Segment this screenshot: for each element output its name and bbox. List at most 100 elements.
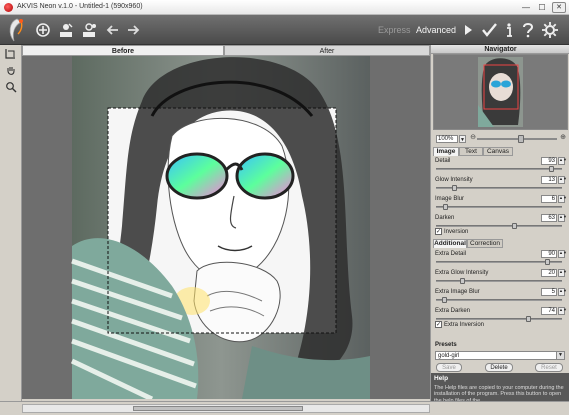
inversion-checkbox[interactable]: ✓ — [435, 228, 442, 235]
extra-param-label: Extra Detail — [435, 251, 467, 257]
extra-param-slider[interactable] — [436, 318, 562, 320]
extra-param-slider-thumb[interactable] — [544, 259, 550, 265]
title-bar: AKVIS Neon v.1.0 - Untitled-1 (590x960) … — [0, 0, 569, 15]
zoom-tool-icon[interactable] — [3, 81, 18, 95]
image-tabs: Image Text Canvas — [433, 147, 568, 156]
extra-param-spinner-icon[interactable]: ▲▼ — [558, 269, 567, 277]
extra-param-spinner-icon[interactable]: ▲▼ — [558, 307, 567, 315]
param-value-input[interactable]: 13 — [541, 176, 557, 184]
main-toolbar: Express Advanced — [0, 15, 569, 45]
app-logo-icon — [9, 18, 23, 42]
mode-express-button[interactable]: Express — [378, 25, 411, 35]
extra-param-slider[interactable] — [436, 280, 562, 282]
settings-panel: Navigator 100% ▼ ⊖ ⊕ Image Text Canvas D… — [430, 45, 569, 404]
help-title: Help — [434, 375, 449, 382]
extra-param-slider-thumb[interactable] — [460, 278, 466, 284]
horizontal-scrollbar[interactable] — [22, 404, 430, 413]
photo-preview — [70, 56, 370, 399]
status-bar — [0, 401, 569, 415]
tab-additional[interactable]: Additional — [433, 239, 467, 248]
tab-correction[interactable]: Correction — [467, 239, 503, 248]
zoom-input[interactable]: 100% — [436, 135, 458, 143]
param-value-input[interactable]: 63 — [541, 214, 557, 222]
advanced-tabs: Additional Correction — [433, 239, 568, 248]
hand-tool-icon[interactable] — [3, 65, 18, 79]
preferences-gear-icon[interactable] — [541, 21, 559, 39]
presets-select[interactable]: gold-girl ▼ — [435, 351, 565, 360]
extra-param-label: Extra Glow Intensity — [435, 270, 489, 276]
presets-title: Presets — [435, 342, 457, 348]
window-title: AKVIS Neon v.1.0 - Untitled-1 (590x960) — [17, 3, 143, 10]
zoom-in-icon[interactable]: ⊕ — [559, 134, 567, 142]
delete-preset-button[interactable]: Delete — [485, 363, 513, 372]
param-label: Image Blur — [435, 196, 465, 202]
presets-selected: gold-girl — [438, 353, 460, 359]
minimize-button[interactable]: — — [519, 2, 533, 13]
param-value-input[interactable]: 6 — [541, 195, 557, 203]
back-arrow-icon[interactable] — [104, 21, 122, 39]
param-label: Glow Intensity — [435, 177, 473, 183]
param-slider-thumb[interactable] — [451, 185, 457, 191]
param-label: Darken — [435, 215, 455, 221]
scrollbar-thumb[interactable] — [133, 406, 303, 411]
navigator-thumbnail — [434, 55, 567, 129]
tab-before[interactable]: Before — [22, 45, 224, 56]
inversion-label: Inversion — [444, 229, 469, 235]
mode-advanced-button[interactable]: Advanced — [416, 25, 456, 35]
param-slider[interactable] — [436, 225, 562, 227]
param-slider[interactable] — [436, 206, 562, 208]
param-slider[interactable] — [436, 168, 562, 170]
chevron-down-icon[interactable]: ▼ — [556, 352, 564, 359]
info-icon[interactable] — [500, 21, 518, 39]
extra-param-label: Extra Darken — [435, 308, 471, 314]
apply-check-icon[interactable] — [480, 21, 498, 39]
zoom-slider-thumb[interactable] — [517, 135, 524, 143]
zoom-dropdown-icon[interactable]: ▼ — [459, 135, 466, 143]
extra-param-label: Extra Image Blur — [435, 289, 480, 295]
crop-tool-icon[interactable] — [3, 48, 18, 62]
extra-param-slider[interactable] — [436, 299, 562, 301]
open-icon[interactable] — [34, 21, 52, 39]
param-value-input[interactable]: 93 — [541, 157, 557, 165]
param-slider-thumb[interactable] — [512, 223, 518, 229]
extra-param-value-input[interactable]: 20 — [541, 269, 557, 277]
zoom-out-icon[interactable]: ⊖ — [469, 134, 477, 142]
param-spinner-icon[interactable]: ▲▼ — [558, 214, 567, 222]
extra-param-value-input[interactable]: 74 — [541, 307, 557, 315]
extra-inversion-checkbox[interactable]: ✓ — [435, 321, 442, 328]
param-slider-thumb[interactable] — [548, 166, 554, 172]
param-label: Detail — [435, 158, 451, 164]
param-spinner-icon[interactable]: ▲▼ — [558, 157, 567, 165]
app-icon — [4, 3, 13, 12]
extra-inversion-label: Extra Inversion — [444, 322, 485, 328]
navigator-title: Navigator — [431, 45, 569, 54]
param-spinner-icon[interactable]: ▲▼ — [558, 195, 567, 203]
tab-image[interactable]: Image — [433, 147, 459, 156]
extra-param-value-input[interactable]: 90 — [541, 250, 557, 258]
tab-after[interactable]: After — [224, 45, 430, 56]
extra-param-spinner-icon[interactable]: ▲▼ — [558, 288, 567, 296]
image-canvas[interactable] — [22, 56, 430, 399]
forward-arrow-icon[interactable] — [124, 21, 142, 39]
extra-param-value-input[interactable]: 5 — [541, 288, 557, 296]
extra-param-spinner-icon[interactable]: ▲▼ — [558, 250, 567, 258]
extra-param-slider[interactable] — [436, 261, 562, 263]
view-tabs: Before After — [22, 45, 430, 56]
reset-preset-button[interactable]: Reset — [535, 363, 563, 372]
help-panel: Help The Help files are copied to your c… — [431, 373, 569, 404]
close-button[interactable]: ✕ — [552, 2, 566, 13]
param-slider-thumb[interactable] — [443, 204, 449, 210]
extra-param-slider-thumb[interactable] — [525, 316, 531, 322]
help-icon[interactable] — [519, 21, 537, 39]
save-icon[interactable] — [57, 21, 75, 39]
navigator-preview[interactable] — [433, 54, 568, 130]
save-preset-button[interactable]: Save — [436, 363, 462, 372]
tab-canvas[interactable]: Canvas — [483, 147, 513, 156]
left-toolbox — [0, 45, 22, 401]
param-spinner-icon[interactable]: ▲▼ — [558, 176, 567, 184]
settings-share-icon[interactable] — [80, 21, 98, 39]
maximize-button[interactable]: ☐ — [535, 2, 549, 13]
extra-param-slider-thumb[interactable] — [442, 297, 448, 303]
tab-text[interactable]: Text — [459, 147, 483, 156]
run-icon[interactable] — [459, 21, 477, 39]
